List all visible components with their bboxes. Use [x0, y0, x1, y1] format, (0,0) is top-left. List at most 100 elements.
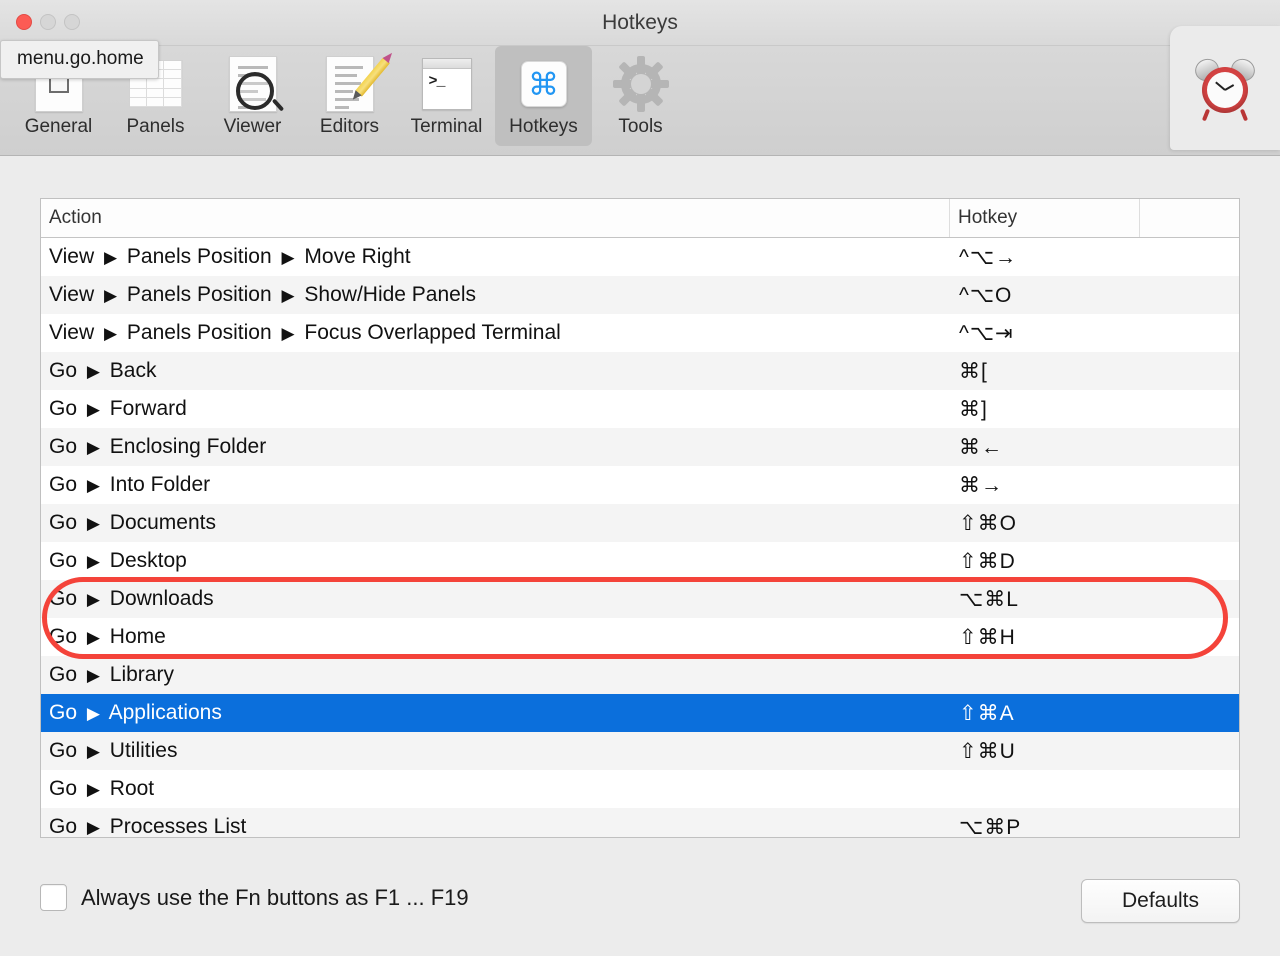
cell-hotkey[interactable]: ⇧⌘D [949, 549, 1139, 574]
submenu-arrow-icon: ▶ [86, 742, 100, 761]
submenu-arrow-icon: ▶ [103, 324, 118, 343]
table-row[interactable]: Go ▶ Applications ⇧⌘A [41, 694, 1239, 732]
floating-overlay-panel [1170, 26, 1280, 150]
cell-action: Go ▶ Root [49, 777, 155, 800]
submenu-arrow-icon: ▶ [103, 286, 118, 305]
submenu-arrow-icon: ▶ [86, 818, 100, 837]
cell-action: View ▶ Panels Position ▶ Show/Hide Panel… [49, 283, 477, 306]
alarm-clock-icon [1191, 55, 1259, 122]
tab-terminal[interactable]: >_ Terminal [398, 46, 495, 146]
cell-hotkey[interactable]: ^⌥O [949, 283, 1139, 308]
tab-terminal-label: Terminal [410, 116, 483, 137]
table-row[interactable]: Go ▶ Library [41, 656, 1239, 694]
submenu-arrow-icon: ▶ [281, 286, 295, 305]
tooltip: menu.go.home [0, 40, 159, 79]
table-row[interactable]: Go ▶ Enclosing Folder ⌘← [41, 428, 1239, 466]
submenu-arrow-icon: ▶ [86, 514, 100, 533]
submenu-arrow-icon: ▶ [86, 438, 100, 457]
submenu-arrow-icon: ▶ [86, 552, 100, 571]
cell-action: Go ▶ Desktop [49, 549, 187, 572]
preferences-toolbar: General Panels Viewer Editors >_ Termina… [0, 46, 1280, 156]
cell-action: Go ▶ Forward [49, 397, 187, 420]
table-row[interactable]: Go ▶ Desktop ⇧⌘D [41, 542, 1239, 580]
fn-keys-label: Always use the Fn buttons as F1 ... F19 [81, 884, 469, 910]
cell-action: Go ▶ Enclosing Folder [49, 435, 267, 458]
cell-hotkey[interactable]: ⇧⌘H [949, 625, 1139, 650]
table-row[interactable]: Go ▶ Forward ⌘] [41, 390, 1239, 428]
table-body: View ▶ Panels Position ▶ Move Right ^⌥→ Vi… [41, 238, 1239, 838]
cell-hotkey[interactable]: ⌘[ [949, 359, 1139, 384]
tab-panels-label: Panels [126, 116, 185, 137]
gear-icon [611, 54, 671, 114]
cell-action: Go ▶ Utilities [49, 739, 178, 762]
column-header-hotkey[interactable]: Hotkey [949, 199, 1139, 237]
submenu-arrow-icon: ▶ [281, 324, 295, 343]
hotkeys-table[interactable]: Action Hotkey View ▶ Panels Position ▶ M… [40, 198, 1240, 838]
table-row[interactable]: View ▶ Panels Position ▶ Show/Hide Panel… [41, 276, 1239, 314]
cell-action: Go ▶ Home [49, 625, 166, 648]
hotkeys-pane: Action Hotkey View ▶ Panels Position ▶ M… [0, 156, 1280, 956]
tab-viewer[interactable]: Viewer [204, 46, 301, 146]
cell-action: View ▶ Panels Position ▶ Focus Overlappe… [49, 321, 561, 344]
cell-hotkey[interactable]: ⇧⌘O [949, 511, 1139, 536]
table-row[interactable]: View ▶ Panels Position ▶ Focus Overlappe… [41, 314, 1239, 352]
preferences-window: Hotkeys General Panels Viewer Editors >_… [0, 0, 1280, 956]
viewer-icon [223, 54, 283, 114]
cell-action: View ▶ Panels Position ▶ Move Right [49, 245, 411, 268]
window-titlebar: Hotkeys [0, 0, 1280, 46]
fn-checkbox-row[interactable]: Always use the Fn buttons as F1 ... F19 [40, 884, 469, 911]
table-row[interactable]: Go ▶ Documents ⇧⌘O [41, 504, 1239, 542]
table-row[interactable]: View ▶ Panels Position ▶ Move Right ^⌥→ [41, 238, 1239, 276]
submenu-arrow-icon: ▶ [86, 704, 100, 723]
cell-action: Go ▶ Library [49, 663, 174, 686]
cell-action: Go ▶ Documents [49, 511, 216, 534]
column-header-action[interactable]: Action [41, 199, 949, 237]
command-icon: ⌘ [514, 54, 574, 114]
tab-tools[interactable]: Tools [592, 46, 689, 146]
editors-icon [320, 54, 390, 114]
table-header: Action Hotkey [41, 199, 1239, 238]
tab-general-label: General [24, 116, 93, 137]
cell-action: Go ▶ Back [49, 359, 157, 382]
tab-viewer-label: Viewer [223, 116, 282, 137]
cell-hotkey[interactable]: ^⌥⇥ [949, 321, 1139, 346]
cell-hotkey[interactable]: ⇧⌘U [949, 739, 1139, 764]
table-row[interactable]: Go ▶ Root [41, 770, 1239, 808]
table-row[interactable]: Go ▶ Into Folder ⌘→ [41, 466, 1239, 504]
table-row[interactable]: Go ▶ Processes List ⌥⌘P [41, 808, 1239, 838]
table-row[interactable]: Go ▶ Back ⌘[ [41, 352, 1239, 390]
cell-hotkey[interactable]: ⌘← [949, 435, 1139, 460]
submenu-arrow-icon: ▶ [86, 666, 100, 685]
cell-action: Go ▶ Processes List [49, 815, 247, 838]
cell-hotkey[interactable]: ^⌥→ [949, 245, 1139, 270]
command-glyph: ⌘ [528, 66, 559, 102]
submenu-arrow-icon: ▶ [103, 248, 118, 267]
defaults-button[interactable]: Defaults [1081, 879, 1240, 923]
cell-action: Go ▶ Applications [49, 701, 222, 724]
window-title: Hotkeys [602, 11, 678, 34]
cell-hotkey[interactable]: ⌥⌘P [949, 815, 1139, 838]
pane-footer: Always use the Fn buttons as F1 ... F19 … [0, 866, 1280, 956]
submenu-arrow-icon: ▶ [86, 400, 100, 419]
table-row[interactable]: Go ▶ Utilities ⇧⌘U [41, 732, 1239, 770]
submenu-arrow-icon: ▶ [281, 248, 295, 267]
cell-hotkey[interactable]: ⇧⌘A [949, 701, 1139, 726]
tab-editors[interactable]: Editors [301, 46, 398, 146]
cell-hotkey[interactable]: ⌘] [949, 397, 1139, 422]
submenu-arrow-icon: ▶ [86, 362, 100, 381]
submenu-arrow-icon: ▶ [86, 476, 100, 495]
tab-hotkeys-label: Hotkeys [509, 116, 578, 137]
terminal-icon: >_ [417, 54, 477, 114]
tab-hotkeys[interactable]: ⌘ Hotkeys [495, 46, 592, 146]
fn-keys-checkbox[interactable] [40, 884, 67, 911]
column-header-extra[interactable] [1139, 199, 1239, 237]
submenu-arrow-icon: ▶ [86, 628, 100, 647]
table-row[interactable]: Go ▶ Downloads ⌥⌘L [41, 580, 1239, 618]
tab-tools-label: Tools [618, 116, 663, 137]
submenu-arrow-icon: ▶ [86, 780, 100, 799]
table-row[interactable]: Go ▶ Home ⇧⌘H [41, 618, 1239, 656]
cell-action: Go ▶ Downloads [49, 587, 214, 610]
cell-hotkey[interactable]: ⌥⌘L [949, 587, 1139, 612]
cell-hotkey[interactable]: ⌘→ [949, 473, 1139, 498]
tab-editors-label: Editors [319, 116, 380, 137]
